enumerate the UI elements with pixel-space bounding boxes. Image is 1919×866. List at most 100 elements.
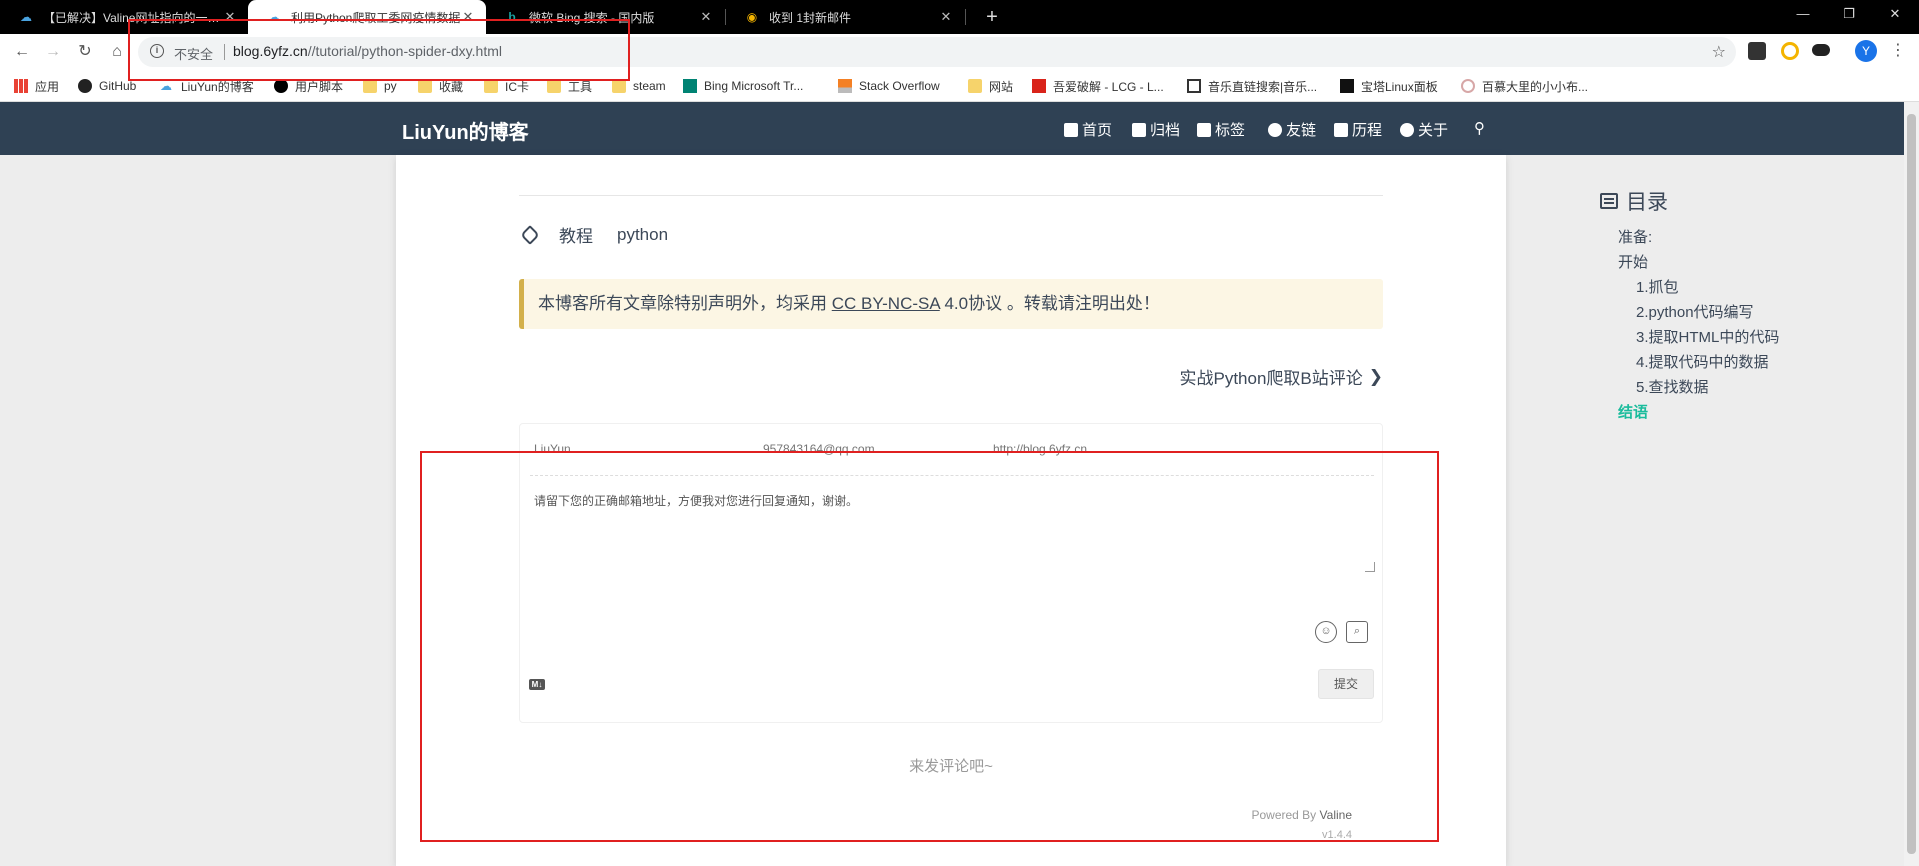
toc-item[interactable]: 2.python代码编写 bbox=[1636, 301, 1754, 322]
new-tab-icon[interactable]: + bbox=[978, 3, 1006, 31]
nav-about[interactable]: 关于 bbox=[1400, 119, 1448, 140]
bookmark-label: 收藏 bbox=[439, 79, 464, 94]
bookmark-label: Bing Microsoft Tr... bbox=[704, 79, 804, 93]
browser-tab[interactable]: ◉ 收到 1封新邮件 ✕ bbox=[726, 0, 964, 34]
next-post-link[interactable]: 实战Python爬取B站评论 ❯ bbox=[1179, 364, 1383, 389]
close-tab-icon[interactable]: ✕ bbox=[222, 9, 238, 25]
submit-button[interactable]: 提交 bbox=[1318, 669, 1374, 699]
extension-icon[interactable] bbox=[1781, 42, 1799, 60]
bookmark-bt-panel[interactable]: 宝塔Linux面板 bbox=[1340, 77, 1438, 95]
browser-tab[interactable]: b 微软 Bing 搜索 - 国内版 ✕ bbox=[486, 0, 724, 34]
toc-item-active[interactable]: 结语 bbox=[1618, 401, 1648, 422]
bookmark-folder-ic[interactable]: IC卡 bbox=[484, 77, 529, 95]
bookmark-folder-sites[interactable]: 网站 bbox=[968, 77, 1013, 95]
address-bar[interactable]: i 不安全 blog.6yfz.cn//tutorial/python-spid… bbox=[138, 37, 1736, 67]
home-icon[interactable]: ⌂ bbox=[105, 40, 129, 64]
tag-icon bbox=[520, 224, 540, 245]
nav-home[interactable]: 首页 bbox=[1064, 119, 1112, 140]
bookmark-label: 音乐直链搜索|音乐... bbox=[1208, 79, 1318, 94]
browser-tab[interactable]: ☁ 【已解决】Valine网址指向的一… ✕ bbox=[0, 0, 248, 34]
bookmark-label: 宝塔Linux面板 bbox=[1361, 79, 1438, 94]
nav-tags[interactable]: 标签 bbox=[1197, 119, 1245, 140]
back-icon[interactable]: ← bbox=[10, 40, 34, 64]
bookmark-music[interactable]: 音乐直链搜索|音乐... bbox=[1187, 77, 1317, 95]
close-tab-icon[interactable]: ✕ bbox=[938, 9, 954, 25]
restore-icon[interactable]: ❐ bbox=[1826, 0, 1872, 30]
bookmark-label: 工具 bbox=[568, 79, 593, 94]
bookmark-apps[interactable]: 应用 bbox=[14, 77, 59, 95]
bookmark-folder-favs[interactable]: 收藏 bbox=[418, 77, 463, 95]
comment-textarea[interactable]: 请留下您的正确邮箱地址，方便我对您进行回复通知，谢谢。 bbox=[534, 492, 858, 509]
divider bbox=[519, 195, 1383, 196]
bookmark-userscript[interactable]: 用户脚本 bbox=[274, 77, 343, 95]
nickname-input[interactable] bbox=[534, 442, 794, 456]
bookmark-folder-steam[interactable]: steam bbox=[612, 77, 666, 95]
profile-avatar[interactable]: Y bbox=[1855, 40, 1877, 62]
toc-item[interactable]: 4.提取代码中的数据 bbox=[1636, 351, 1769, 372]
tags-icon bbox=[1197, 122, 1211, 137]
bookmarks-bar: 应用 GitHub ☁ LiuYun的博客 用户脚本 py 收藏 IC卡 工具 s… bbox=[0, 70, 1919, 102]
bookmark-label: IC卡 bbox=[505, 79, 530, 94]
search-icon[interactable]: ⚲ bbox=[1474, 119, 1485, 137]
bookmark-liuyun[interactable]: ☁ LiuYun的博客 bbox=[160, 77, 254, 95]
book-icon bbox=[1334, 122, 1348, 137]
minimize-icon[interactable]: — bbox=[1780, 0, 1826, 30]
scrollbar-thumb[interactable] bbox=[1907, 114, 1916, 854]
bing-favicon-icon: b bbox=[508, 10, 516, 24]
toc-item[interactable]: 5.查找数据 bbox=[1636, 376, 1709, 397]
tab-title: 微软 Bing 搜索 - 国内版 bbox=[529, 10, 655, 25]
url-text[interactable]: blog.6yfz.cn//tutorial/python-spider-dxy… bbox=[233, 43, 502, 59]
toc-item[interactable]: 1.抓包 bbox=[1636, 276, 1679, 297]
emoji-icon[interactable]: ☺ bbox=[1315, 621, 1337, 643]
email-input[interactable] bbox=[763, 442, 1023, 456]
bookmark-bing[interactable]: Bing Microsoft Tr... bbox=[683, 77, 803, 95]
bookmark-stackoverflow[interactable]: Stack Overflow bbox=[838, 77, 940, 95]
mail-favicon-icon: ◉ bbox=[746, 10, 758, 24]
toc-item[interactable]: 开始 bbox=[1618, 251, 1648, 272]
powered-prefix: Powered By bbox=[1251, 808, 1317, 822]
nav-archive[interactable]: 归档 bbox=[1132, 119, 1180, 140]
bookmark-blog[interactable]: 百慕大里的小小布... bbox=[1461, 77, 1588, 95]
close-tab-icon[interactable]: ✕ bbox=[460, 9, 476, 25]
valine-link[interactable]: Valine bbox=[1320, 808, 1352, 822]
nav-label: 归档 bbox=[1150, 122, 1181, 139]
close-window-icon[interactable]: ✕ bbox=[1872, 0, 1918, 30]
bookmark-github[interactable]: GitHub bbox=[78, 77, 136, 95]
extension-icon[interactable] bbox=[1748, 42, 1766, 60]
license-link[interactable]: CC BY-NC-SA bbox=[832, 294, 940, 313]
bookmark-label: steam bbox=[633, 79, 666, 93]
bookmark-star-icon[interactable]: ☆ bbox=[1712, 42, 1726, 62]
nav-label: 关于 bbox=[1418, 122, 1449, 139]
folder-icon bbox=[612, 79, 626, 93]
browser-tab-active[interactable]: ☁ 利用Python爬取工委网疫情数据 ✕ bbox=[248, 0, 486, 34]
user-icon bbox=[1400, 122, 1414, 137]
bookmark-52pojie[interactable]: 吾爱破解 - LCG - L... bbox=[1032, 77, 1164, 95]
url-path: //tutorial/python-spider-dxy.html bbox=[307, 43, 502, 59]
tag-link[interactable]: python bbox=[617, 225, 668, 245]
toc-item[interactable]: 3.提取HTML中的代码 bbox=[1636, 326, 1779, 347]
incognito-extension-icon[interactable] bbox=[1812, 44, 1830, 56]
tag-link[interactable]: 教程 bbox=[559, 222, 593, 247]
close-tab-icon[interactable]: ✕ bbox=[698, 9, 714, 25]
nav-label: 标签 bbox=[1215, 122, 1246, 139]
reload-icon[interactable]: ↻ bbox=[73, 40, 97, 64]
post-tags: 教程 python bbox=[519, 222, 668, 247]
post-card: 教程 python 本博客所有文章除特别声明外，均采用 CC BY-NC-SA … bbox=[396, 155, 1506, 866]
nav-links[interactable]: 友链 bbox=[1268, 119, 1316, 140]
bookmark-folder-py[interactable]: py bbox=[363, 77, 397, 95]
info-icon[interactable]: i bbox=[150, 44, 164, 58]
site-brand[interactable]: LiuYun的博客 bbox=[402, 116, 529, 145]
forward-icon[interactable]: → bbox=[41, 40, 65, 64]
bookmark-label: LiuYun的博客 bbox=[181, 79, 254, 94]
bookmark-folder-tools[interactable]: 工具 bbox=[547, 77, 592, 95]
resize-handle[interactable] bbox=[1365, 562, 1375, 572]
toc-item[interactable]: 准备: bbox=[1618, 226, 1652, 247]
page-scrollbar[interactable] bbox=[1904, 102, 1919, 866]
license-notice: 本博客所有文章除特别声明外，均采用 CC BY-NC-SA 4.0协议 。转载请… bbox=[519, 279, 1383, 329]
cloud-favicon-icon: ☁ bbox=[268, 10, 280, 24]
valine-comment-box: 请留下您的正确邮箱地址，方便我对您进行回复通知，谢谢。 ☺ ⌕ M↓ 提交 bbox=[519, 423, 1383, 723]
website-input[interactable] bbox=[993, 442, 1253, 456]
preview-icon[interactable]: ⌕ bbox=[1346, 621, 1368, 643]
menu-kebab-icon[interactable]: ⋮ bbox=[1890, 40, 1906, 60]
nav-history[interactable]: 历程 bbox=[1334, 119, 1382, 140]
